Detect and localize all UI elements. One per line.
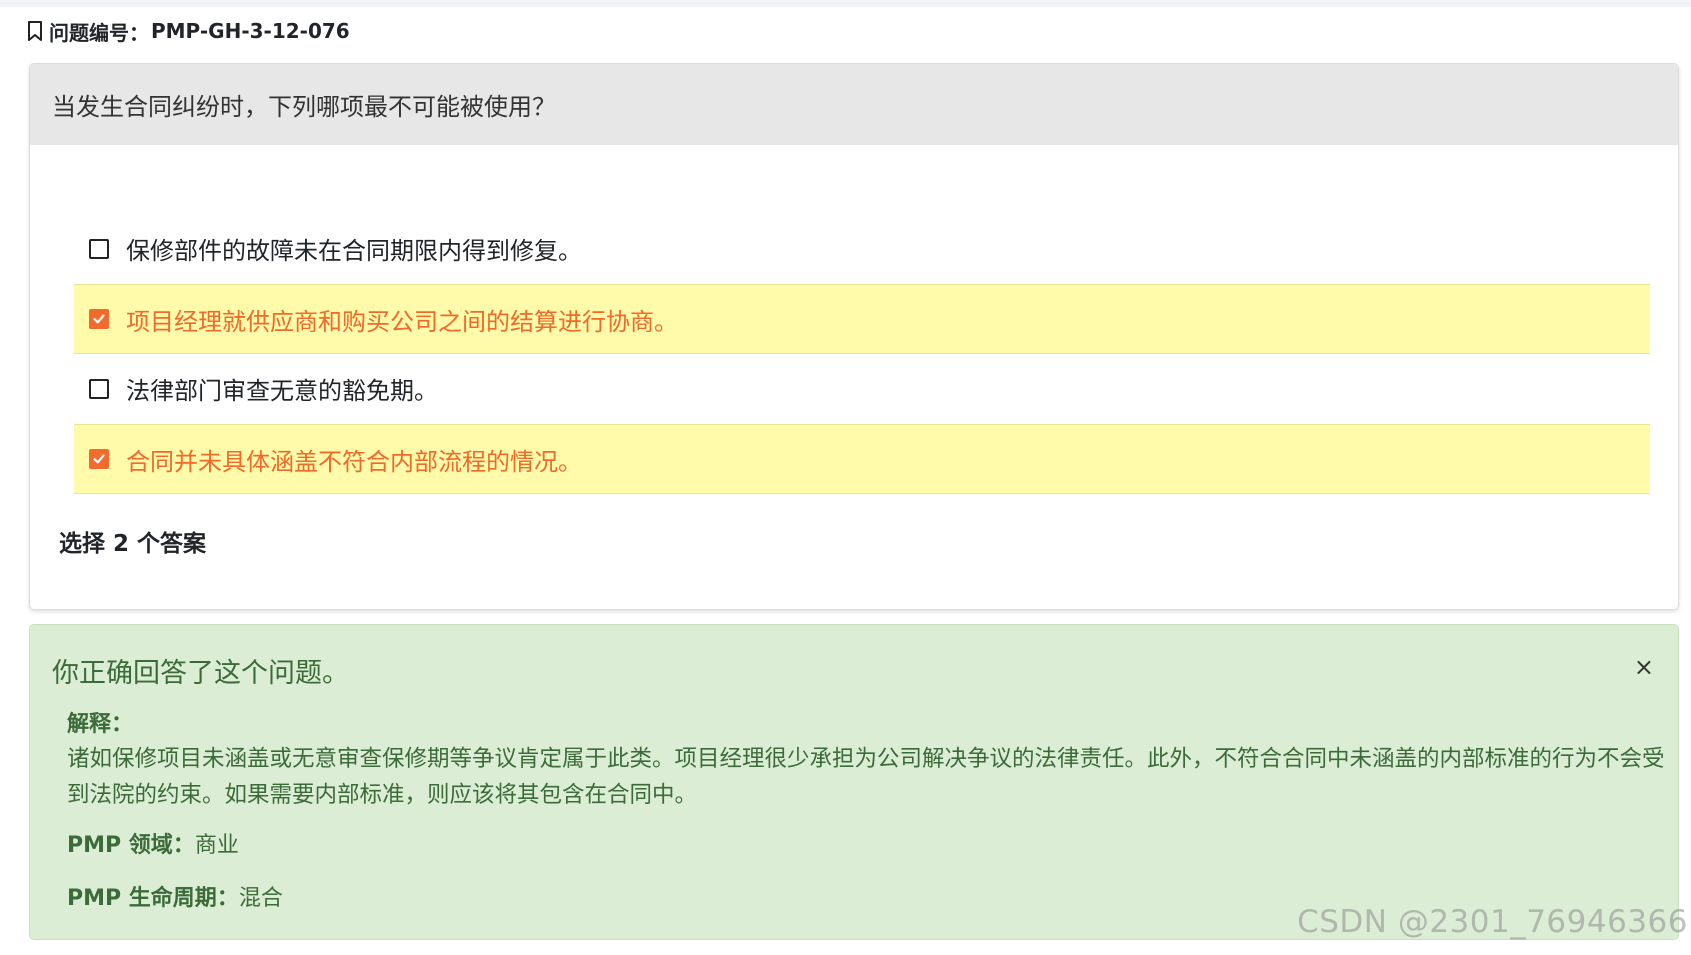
checkbox[interactable]	[89, 378, 109, 399]
pmp-domain: PMP 领域：商业	[67, 827, 239, 859]
close-icon[interactable]: ×	[1634, 655, 1654, 679]
checkmark-icon	[93, 314, 105, 324]
option-label: 法律部门审查无意的豁免期。	[126, 377, 438, 405]
pmp-domain-value: 商业	[194, 833, 239, 858]
option-label: 保修部件的故障未在合同期限内得到修复。	[126, 237, 582, 265]
options-list: 保修部件的故障未在合同期限内得到修复。项目经理就供应商和购买公司之间的结算进行协…	[74, 214, 1650, 494]
checkbox-checked[interactable]	[89, 449, 109, 469]
checkbox[interactable]	[89, 238, 109, 259]
pmp-domain-label: PMP 领域：	[67, 833, 195, 858]
explanation-text: 诸如保修项目未涵盖或无意审查保修期等争议肯定属于此类。项目经理很少承担为公司解决…	[67, 746, 1665, 808]
question-card: 当发生合同纠纷时，下列哪项最不可能被使用？ 保修部件的故障未在合同期限内得到修复…	[29, 63, 1679, 610]
result-title: 你正确回答了这个问题。	[52, 658, 349, 689]
question-id-row: 问题编号： PMP-GH-3-12-076	[27, 16, 350, 46]
watermark: CSDN @2301_76946366	[1297, 904, 1688, 940]
option-3[interactable]: 法律部门审查无意的豁免期。	[74, 354, 1650, 424]
option-label: 合同并未具体涵盖不符合内部流程的情况。	[126, 447, 582, 476]
result-alert: 你正确回答了这个问题。 × 解释： 诸如保修项目未涵盖或无意审查保修期等争议肯定…	[29, 624, 1679, 940]
option-1[interactable]: 保修部件的故障未在合同期限内得到修复。	[74, 214, 1650, 284]
pmp-lifecycle-label: PMP 生命周期：	[67, 886, 239, 911]
bookmark-icon[interactable]	[27, 20, 44, 42]
option-label: 项目经理就供应商和购买公司之间的结算进行协商。	[126, 307, 678, 336]
top-strip	[0, 0, 1691, 7]
pmp-lifecycle: PMP 生命周期：混合	[67, 880, 283, 912]
option-2[interactable]: 项目经理就供应商和购买公司之间的结算进行协商。	[74, 284, 1650, 354]
select-hint: 选择 2 个答案	[59, 531, 207, 557]
option-4[interactable]: 合同并未具体涵盖不符合内部流程的情况。	[74, 424, 1650, 494]
pmp-lifecycle-value: 混合	[238, 886, 283, 911]
explanation-label: 解释：	[67, 712, 134, 737]
question-text: 当发生合同纠纷时，下列哪项最不可能被使用？	[30, 64, 1678, 145]
checkbox-checked[interactable]	[89, 309, 109, 329]
checkmark-icon	[93, 454, 105, 464]
question-id-label: 问题编号：	[49, 20, 149, 45]
question-id-value: PMP-GH-3-12-076	[151, 19, 350, 43]
